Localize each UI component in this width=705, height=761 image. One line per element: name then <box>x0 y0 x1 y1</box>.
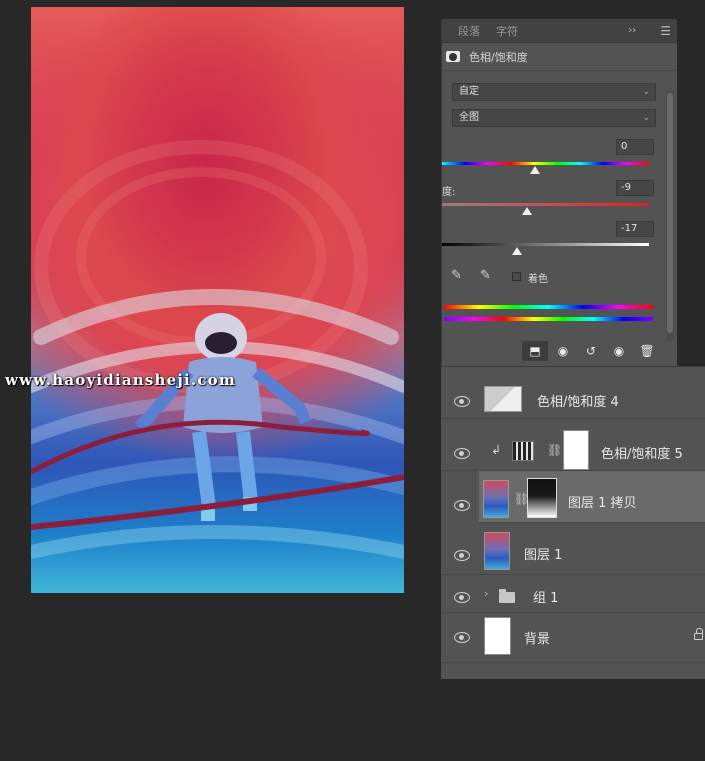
channel-value: 全图 <box>459 112 479 123</box>
chevron-down-icon: ⌄ <box>642 87 650 97</box>
clip-to-layer-icon[interactable]: ⬒ <box>522 341 548 361</box>
colorize-checkbox[interactable] <box>512 272 521 281</box>
adjustment-mask-icon[interactable] <box>446 51 460 62</box>
scrollbar-thumb[interactable] <box>667 93 673 333</box>
visibility-eye-icon[interactable]: ◉ <box>606 341 632 361</box>
adjustment-icon <box>512 441 534 461</box>
layer-row[interactable]: 色相/饱和度 4 <box>441 367 705 419</box>
panel-menu-icon[interactable]: ☰ <box>660 24 671 38</box>
preset-value: 自定 <box>459 86 479 97</box>
properties-scrollbar[interactable] <box>666 91 674 341</box>
artwork-canvas <box>31 7 404 593</box>
eye-icon[interactable] <box>454 448 470 459</box>
eyedropper-icon[interactable]: ✎ <box>451 268 462 283</box>
saturation-slider-track[interactable] <box>442 203 649 206</box>
lightness-slider-track[interactable] <box>442 243 649 246</box>
eye-icon[interactable] <box>454 592 470 603</box>
view-previous-state-icon[interactable]: ◉ <box>550 341 576 361</box>
layer-mask-thumbnail <box>563 430 589 470</box>
layer-thumbnail <box>484 386 522 412</box>
properties-footer: ⬒ ◉ ↺ ◉ 🗑 <box>522 341 660 361</box>
layer-row[interactable]: ↲ ⛓ 色相/饱和度 5 <box>441 419 705 471</box>
watermark-text: www.haoyidiansheji.com <box>5 371 236 389</box>
hue-slider-thumb[interactable] <box>530 166 540 174</box>
layer-name[interactable]: 图层 1 <box>524 544 562 563</box>
eye-icon[interactable] <box>454 500 470 511</box>
channel-dropdown[interactable]: 全图 ⌄ <box>452 109 656 127</box>
layer-name[interactable]: 图层 1 拷贝 <box>568 492 637 511</box>
hue-value-field[interactable]: 0 <box>616 139 654 155</box>
astronaut-figure <box>134 313 312 521</box>
chevron-right-icon[interactable]: › <box>484 587 488 600</box>
eyedropper-plus-icon[interactable]: ✎ <box>480 268 491 283</box>
layer-name[interactable]: 组 1 <box>533 587 558 606</box>
expand-panels-icon[interactable]: ›› <box>628 25 636 36</box>
layers-panel: 色相/饱和度 4 ↲ ⛓ 色相/饱和度 5 ⛓ 图层 1 拷贝 图层 1 › 组… <box>441 366 705 679</box>
layer-name[interactable]: 背景 <box>524 628 550 647</box>
layer-row[interactable]: 图层 1 <box>441 523 705 575</box>
saturation-slider-thumb[interactable] <box>522 207 532 215</box>
eye-icon[interactable] <box>454 396 470 407</box>
layer-name[interactable]: 色相/饱和度 5 <box>601 443 683 462</box>
folder-icon <box>499 589 515 603</box>
preset-dropdown[interactable]: 自定 ⌄ <box>452 83 656 101</box>
colorize-label: 着色 <box>528 274 548 285</box>
layer-mask-thumbnail <box>527 478 557 518</box>
saturation-label: 度: <box>442 187 456 198</box>
layer-row-selected[interactable]: ⛓ 图层 1 拷贝 <box>479 471 705 523</box>
reset-icon[interactable]: ↺ <box>578 341 604 361</box>
layer-thumbnail <box>484 617 511 655</box>
clipping-arrow-icon: ↲ <box>491 443 502 457</box>
trash-icon[interactable]: 🗑 <box>634 341 660 361</box>
layer-row[interactable]: 背景 <box>441 613 705 663</box>
color-spectrum-bottom <box>444 317 653 321</box>
properties-panel: 段落 字符 ›› ☰ 色相/饱和度 自定 ⌄ 全图 ⌄ 0 度: -9 -17 … <box>441 19 677 366</box>
layer-name[interactable]: 色相/饱和度 4 <box>537 391 619 410</box>
tab-character[interactable]: 字符 <box>496 23 518 39</box>
tab-paragraph[interactable]: 段落 <box>458 23 480 39</box>
eye-icon[interactable] <box>454 550 470 561</box>
properties-title: 色相/饱和度 <box>469 50 528 64</box>
chevron-down-icon: ⌄ <box>642 113 650 123</box>
artwork-graphic <box>31 140 404 559</box>
color-spectrum-top <box>444 305 653 309</box>
saturation-value-field[interactable]: -9 <box>616 180 654 196</box>
layer-row[interactable]: › 组 1 <box>441 575 705 613</box>
eye-icon[interactable] <box>454 632 470 643</box>
lightness-slider-thumb[interactable] <box>512 247 522 255</box>
panel-tab-bar: 段落 字符 ›› ☰ <box>442 19 677 43</box>
hue-slider-track[interactable] <box>442 162 649 165</box>
lightness-value-field[interactable]: -17 <box>616 221 654 237</box>
layer-thumbnail <box>483 480 509 518</box>
lock-icon <box>694 628 703 640</box>
properties-header: 色相/饱和度 <box>442 43 677 71</box>
layer-thumbnail <box>484 532 510 570</box>
link-chain-icon[interactable]: ⛓ <box>547 443 562 457</box>
